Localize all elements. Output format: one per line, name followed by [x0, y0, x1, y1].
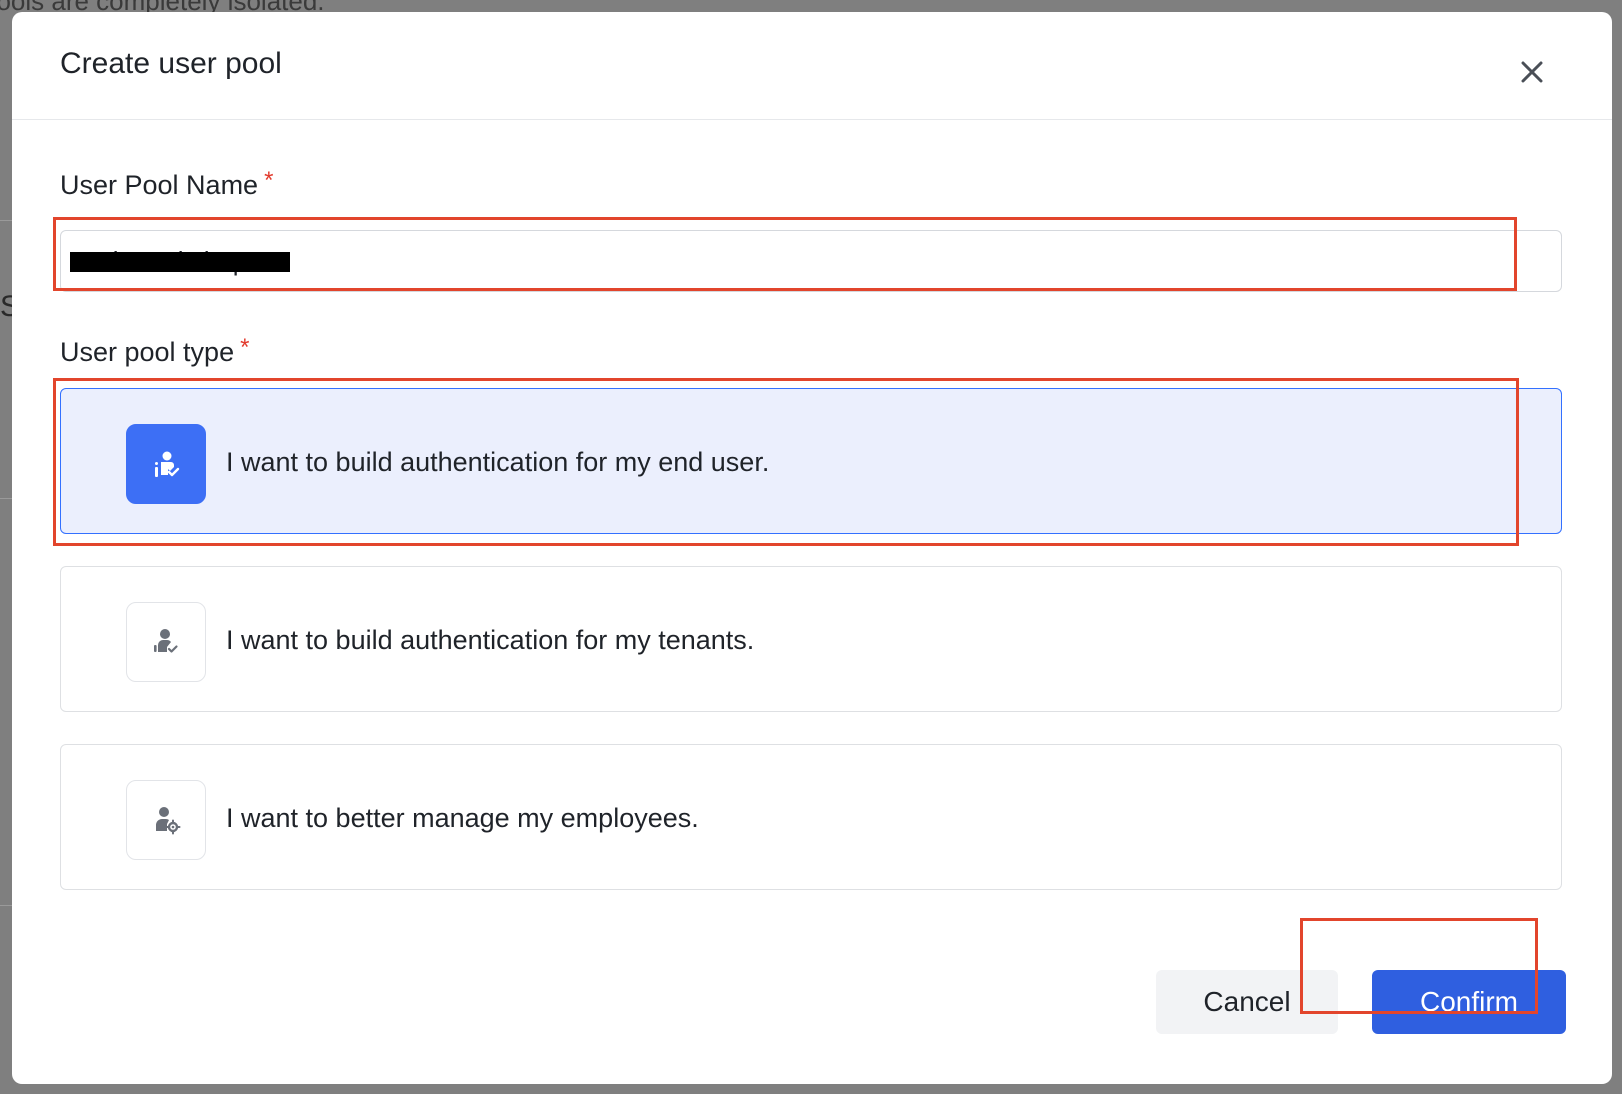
user-pool-type-label: User pool type *: [60, 334, 250, 368]
required-marker: *: [264, 167, 274, 194]
option-label: I want to build authentication for my en…: [226, 447, 770, 477]
required-marker: *: [240, 334, 250, 361]
close-icon: [1521, 61, 1543, 83]
dialog-header: Create user pool: [12, 12, 1612, 120]
redaction-bar: [70, 252, 290, 272]
create-user-pool-dialog: Create user pool User Pool Name* User po…: [12, 12, 1612, 1084]
employee-settings-icon: [126, 780, 206, 860]
user-pool-name-label-text: User Pool Name: [60, 170, 259, 200]
pool-type-option-end-user[interactable]: I want to build authentication for my en…: [60, 388, 1562, 534]
tenant-user-icon: [126, 602, 206, 682]
option-label: I want to build authentication for my te…: [226, 625, 755, 655]
end-user-icon: [126, 424, 206, 504]
close-button[interactable]: [1512, 52, 1552, 92]
confirm-button[interactable]: Confirm: [1372, 970, 1566, 1034]
pool-type-option-employees[interactable]: I want to better manage my employees.: [60, 744, 1562, 890]
cancel-button[interactable]: Cancel: [1156, 970, 1338, 1034]
dialog-title: Create user pool: [60, 47, 282, 80]
backdrop-divider: [0, 905, 12, 906]
pool-type-option-tenants[interactable]: I want to build authentication for my te…: [60, 566, 1562, 712]
user-pool-type-label-text: User pool type: [60, 337, 235, 367]
user-pool-name-label: User Pool Name *: [60, 167, 274, 201]
backdrop-divider: [0, 220, 12, 221]
option-label: I want to better manage my employees.: [226, 803, 699, 833]
backdrop-divider: [0, 498, 12, 499]
